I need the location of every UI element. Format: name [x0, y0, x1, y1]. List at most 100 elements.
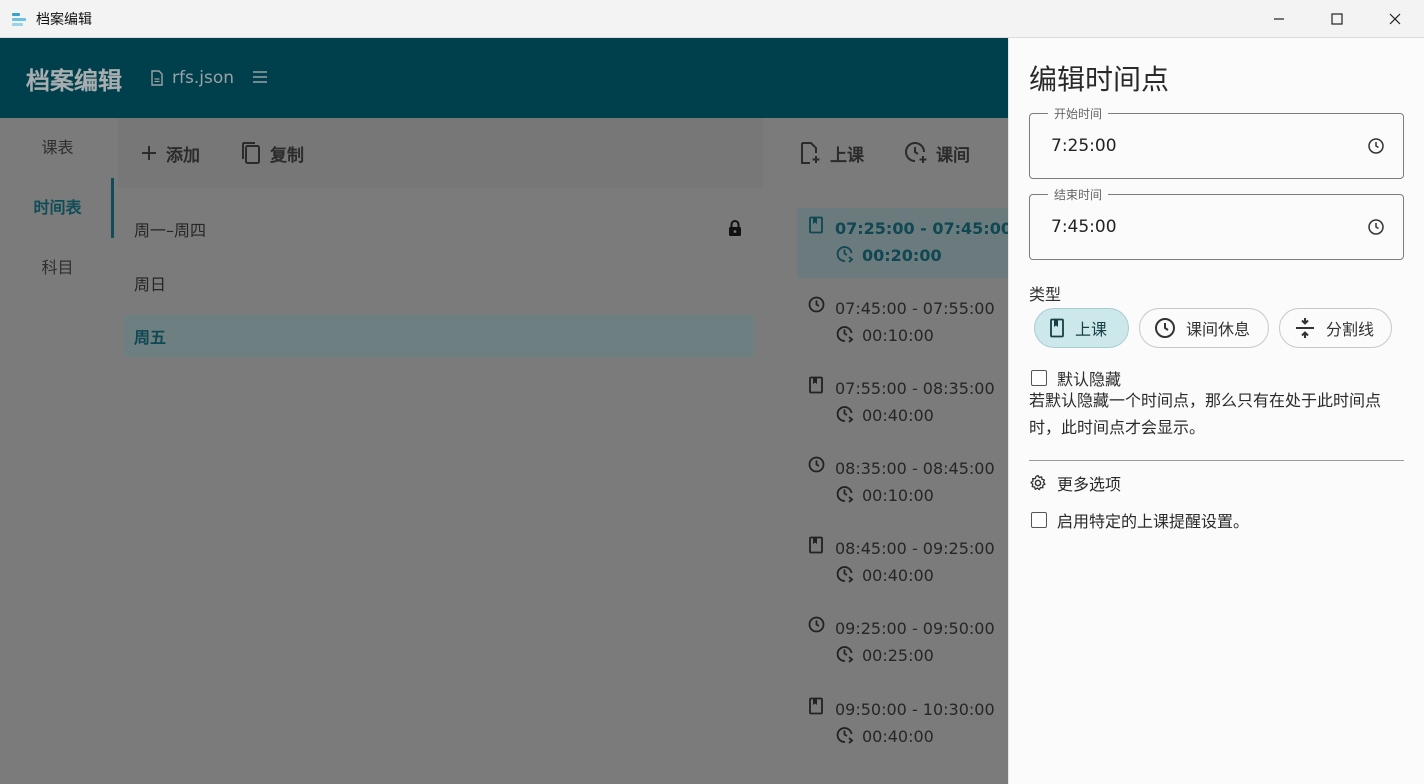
clock-icon	[808, 456, 825, 473]
section-divider	[1029, 460, 1404, 461]
duration: 00:25:00	[862, 646, 934, 665]
plus-icon	[142, 146, 156, 160]
duration-icon	[836, 646, 854, 663]
minimize-button[interactable]	[1250, 0, 1308, 38]
copy-button[interactable]: 复制	[240, 141, 304, 166]
layout-item-selected[interactable]: 周五	[124, 315, 754, 357]
layout-toolbar: 添加 复制	[118, 118, 763, 188]
class-icon	[809, 536, 823, 554]
close-button[interactable]	[1366, 0, 1424, 38]
lock-icon	[729, 220, 741, 236]
type-break-label: 课间休息	[1186, 320, 1251, 339]
add-button[interactable]: 添加	[140, 141, 200, 166]
app-header: 档案编辑 rfs.json	[0, 38, 1008, 118]
duration-icon	[836, 326, 854, 343]
add-break-label: 课间	[936, 145, 970, 166]
type-class-chip[interactable]: 上课	[1034, 308, 1129, 348]
end-time-value[interactable]: 7:45:00	[1051, 217, 1117, 237]
file-icon	[151, 70, 163, 86]
nav-active-indicator	[111, 178, 114, 238]
clock-icon[interactable]	[1367, 218, 1385, 236]
time-point-item[interactable]: 07:45:00 - 07:55:00 00:10:00	[797, 288, 1008, 358]
duration: 00:40:00	[862, 406, 934, 425]
checkbox-box[interactable]	[1031, 370, 1047, 386]
duration: 00:20:00	[862, 246, 942, 265]
time-point-item[interactable]: 08:35:00 - 08:45:00 00:10:00	[797, 448, 1008, 518]
gear-icon	[1030, 474, 1046, 491]
clock-icon[interactable]	[1367, 137, 1385, 155]
main-app-area: 档案编辑 rfs.json 课表 时间表 科目 添加 复制 周一–周四 周日 周…	[0, 38, 1008, 784]
end-time-field[interactable]: 结束时间 7:45:00	[1029, 186, 1404, 260]
file-name: rfs.json	[172, 68, 234, 88]
timepoint-toolbar: 上课 课间	[778, 118, 1008, 188]
type-break-chip[interactable]: 课间休息	[1139, 308, 1269, 348]
copy-button-label: 复制	[270, 145, 304, 166]
panel-title: 编辑时间点	[1029, 63, 1170, 96]
time-range: 08:35:00 - 08:45:00	[835, 459, 995, 478]
clock-icon	[808, 616, 825, 633]
content-area: 课表 时间表 科目 添加 复制 周一–周四 周日 周五 上课 课间 07:25:…	[0, 118, 1008, 784]
window-titlebar: 档案编辑	[0, 0, 1424, 38]
time-point-item[interactable]: 09:25:00 - 09:50:00 00:25:00	[797, 608, 1008, 678]
add-class-button[interactable]: 上课	[798, 141, 864, 166]
divider-icon	[1296, 318, 1314, 338]
layout-item-name: 周五	[134, 328, 167, 347]
add-class-label: 上课	[830, 145, 864, 166]
nav-item-subjects[interactable]: 科目	[0, 240, 115, 296]
type-label: 类型	[1029, 285, 1062, 304]
time-point-item[interactable]: 09:50:00 - 10:30:00 00:40:00	[797, 689, 1008, 759]
minimize-icon	[1274, 18, 1284, 20]
time-range: 09:25:00 - 09:50:00	[835, 619, 995, 638]
checkbox-box[interactable]	[1031, 512, 1047, 528]
start-time-value[interactable]: 7:25:00	[1051, 136, 1117, 156]
layout-item[interactable]: 周一–周四	[124, 208, 754, 250]
hamburger-menu-icon	[253, 70, 267, 83]
copy-icon	[242, 142, 260, 164]
class-icon	[809, 697, 823, 715]
time-range: 07:45:00 - 07:55:00	[835, 299, 995, 318]
end-time-label: 结束时间	[1048, 186, 1109, 203]
more-options-label: 更多选项	[1057, 475, 1122, 494]
duration-icon	[836, 566, 854, 583]
time-range: 08:45:00 - 09:25:00	[835, 539, 995, 558]
maximize-icon	[1331, 13, 1343, 25]
class-icon	[809, 216, 823, 234]
add-break-button[interactable]: 课间	[904, 141, 970, 166]
edit-time-point-panel: 编辑时间点 开始时间 7:25:00 结束时间 7:45:00 类型 上课 课间…	[1008, 38, 1424, 784]
add-button-label: 添加	[166, 145, 200, 166]
add-file-icon	[801, 142, 820, 164]
start-time-field[interactable]: 开始时间 7:25:00	[1029, 105, 1404, 179]
time-point-item[interactable]: 07:55:00 - 08:35:00 00:40:00	[797, 368, 1008, 438]
type-class-label: 上课	[1075, 320, 1108, 339]
time-range: 07:25:00 - 07:45:00	[835, 219, 1008, 238]
maximize-button[interactable]	[1308, 0, 1366, 38]
nav-item-timetable[interactable]: 时间表	[0, 180, 115, 236]
page-title: 档案编辑	[26, 66, 122, 95]
app-icon	[12, 12, 28, 26]
start-time-label: 开始时间	[1048, 105, 1109, 122]
duration: 00:10:00	[862, 326, 934, 345]
enable-reminder-checkbox[interactable]: 启用特定的上课提醒设置。	[1031, 508, 1249, 532]
nav-item-schedule[interactable]: 课表	[0, 120, 115, 176]
close-icon	[1389, 13, 1401, 25]
window-title: 档案编辑	[36, 11, 92, 28]
more-options-header: 更多选项	[1029, 471, 1121, 495]
menu-button[interactable]	[252, 69, 268, 88]
file-name-chip[interactable]: rfs.json	[150, 68, 234, 88]
type-divider-chip[interactable]: 分割线	[1279, 308, 1392, 348]
time-point-item[interactable]: 08:45:00 - 09:25:00 00:40:00	[797, 528, 1008, 598]
duration-icon	[836, 246, 854, 263]
hide-description: 若默认隐藏一个时间点，那么只有在处于此时间点时，此时间点才会显示。	[1029, 391, 1382, 437]
layout-item[interactable]: 周日	[124, 262, 754, 304]
class-icon	[809, 376, 823, 394]
time-point-item[interactable]: 07:25:00 - 07:45:00 00:20:00	[797, 208, 1008, 278]
duration-icon	[836, 727, 854, 744]
duration: 00:40:00	[862, 566, 934, 585]
clock-icon	[1155, 318, 1175, 338]
add-clock-icon	[905, 142, 927, 163]
type-divider-label: 分割线	[1326, 320, 1375, 339]
clock-icon	[808, 296, 825, 313]
enable-reminder-label: 启用特定的上课提醒设置。	[1057, 512, 1250, 531]
duration-icon	[836, 406, 854, 423]
time-range: 07:55:00 - 08:35:00	[835, 379, 995, 398]
